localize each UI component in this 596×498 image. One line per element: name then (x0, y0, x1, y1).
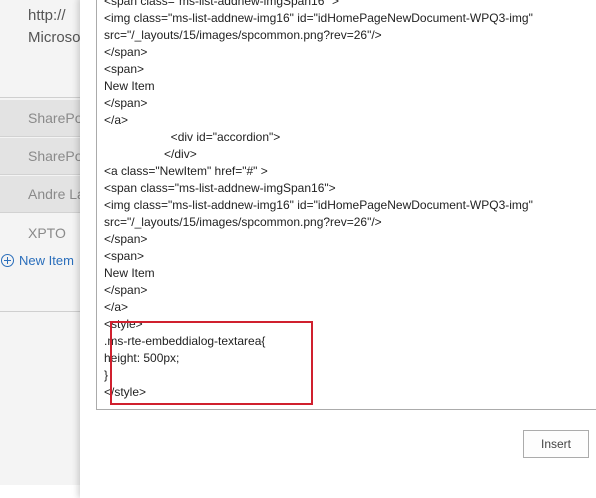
code-line: </a> (104, 113, 129, 127)
list-item[interactable]: SharePo (0, 100, 80, 137)
code-line: <span> (104, 249, 145, 263)
highlight-box (110, 321, 313, 405)
insert-button[interactable]: Insert (523, 430, 589, 458)
code-line: </span> (104, 283, 148, 297)
url-text: http:// (28, 7, 66, 24)
code-line: } (104, 368, 109, 382)
code-line: <a class="NewItem" href="#" > (104, 164, 268, 178)
embed-dialog: <span class="ms-list-addnew-imgSpan16" >… (80, 0, 596, 498)
code-line: </span> (104, 45, 148, 59)
list-item[interactable]: Andre La (0, 176, 80, 213)
code-line: <img class="ms-list-addnew-img16" id="id… (104, 11, 533, 25)
url-text: Microso (28, 29, 81, 46)
embed-code-textarea[interactable]: <span class="ms-list-addnew-imgSpan16" >… (96, 0, 596, 410)
code-line: </div> (104, 147, 197, 161)
new-item-label: New Item (19, 253, 74, 268)
code-line: </span> (104, 232, 148, 246)
plus-circle-icon (1, 254, 14, 268)
code-line: <span class="ms-list-addnew-imgSpan16" > (104, 0, 339, 8)
divider (0, 97, 80, 98)
code-line: New Item (104, 266, 155, 280)
code-line: src="/_layouts/15/images/spcommon.png?re… (104, 28, 382, 42)
divider (0, 311, 80, 312)
list-item[interactable]: SharePo (0, 138, 80, 175)
code-line: <img class="ms-list-addnew-img16" id="id… (104, 198, 533, 212)
code-line: <span class="ms-list-addnew-imgSpan16"> (104, 181, 336, 195)
code-line: </a> (104, 300, 129, 314)
code-line: </span> (104, 96, 148, 110)
code-line: <span> (104, 62, 145, 76)
list-item[interactable]: XPTO (0, 215, 80, 252)
code-line: src="/_layouts/15/images/spcommon.png?re… (104, 215, 382, 229)
new-item-link[interactable]: New Item (0, 250, 80, 272)
code-line: <div id="accordion"> (104, 130, 281, 144)
code-line: New Item (104, 79, 155, 93)
